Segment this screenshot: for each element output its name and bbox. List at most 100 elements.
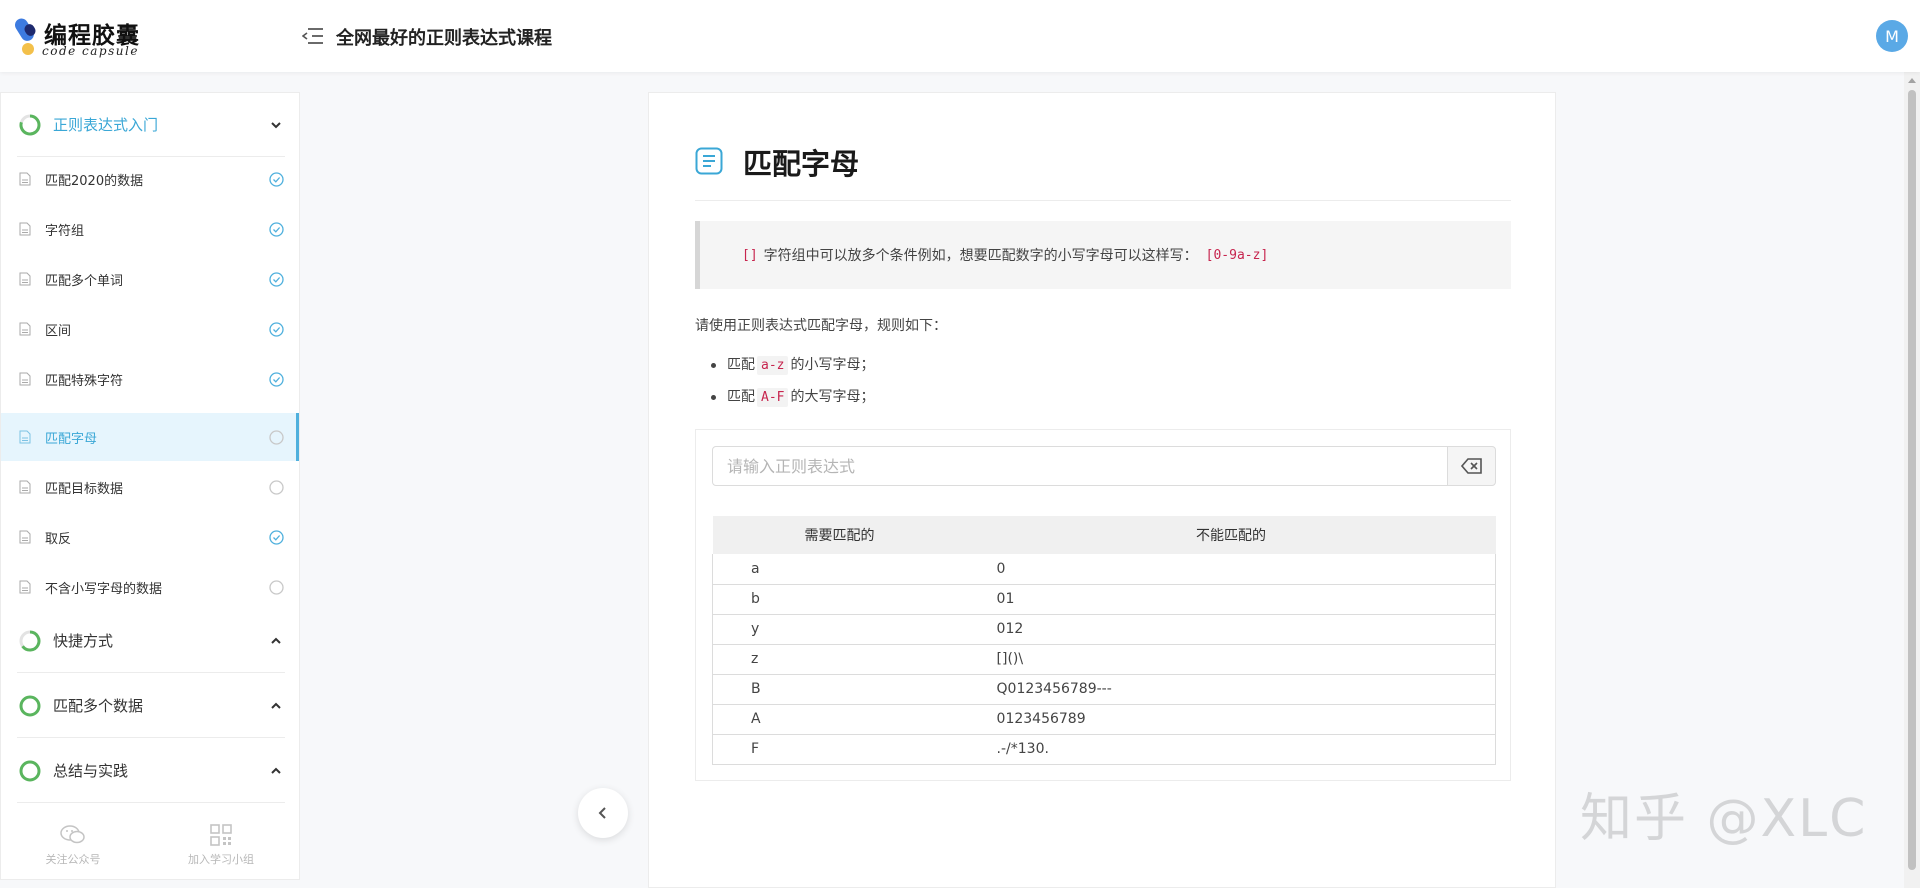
table-row: A 0123456789 (711, 704, 1496, 735)
course-title: 全网最好的正则表达式课程 (336, 28, 552, 49)
scroll-up-arrow-icon[interactable] (1907, 76, 1917, 84)
qr-code-icon (210, 824, 232, 846)
lesson-item-char-group[interactable]: 字符组 (1, 205, 299, 253)
logo[interactable]: 编程胶囊 code capsule (14, 14, 144, 58)
table-header-row: 需要匹配的 不能匹配的 (712, 516, 1496, 554)
table-row: F .-/*130. (711, 734, 1496, 765)
chapter-label: 快捷方式 (53, 632, 114, 650)
lesson-item-match-letters[interactable]: 匹配字母 (1, 413, 299, 461)
sidebar-footer: 关注公众号 加入学习小组 (1, 813, 299, 879)
user-avatar[interactable]: M (1876, 20, 1908, 52)
column-header-should-match: 需要匹配的 (712, 516, 967, 554)
page-scrollbar[interactable] (1904, 72, 1920, 888)
lesson-item-multi-words[interactable]: 匹配多个单词 (1, 255, 299, 303)
chapter-summary[interactable]: 总结与实践 (17, 739, 285, 803)
lesson-item-range[interactable]: 区间 (1, 305, 299, 353)
document-icon (19, 430, 31, 444)
check-circle-icon (269, 272, 284, 287)
chapter-regex-intro[interactable]: 正则表达式入门 (17, 93, 285, 157)
list-item: 匹配 A-F 的大写字母； (695, 381, 874, 413)
progress-ring-icon (19, 695, 41, 716)
watermark: 知乎 @XLC (1580, 789, 1868, 849)
lesson-label: 匹配字母 (45, 432, 98, 447)
table-row: y 012 (711, 614, 1496, 645)
check-circle-icon (269, 222, 284, 237)
join-group-button[interactable]: 加入学习小组 (161, 823, 281, 873)
nomatch-cell: 0123456789 (966, 704, 1496, 735)
match-cell: B (711, 674, 967, 705)
nomatch-cell: []()\ (966, 644, 1496, 675)
document-icon (19, 372, 31, 386)
rule-suffix: 的大写字母； (790, 389, 875, 405)
check-circle-icon (269, 372, 284, 387)
chapter-shortcuts[interactable]: 快捷方式 (17, 609, 285, 673)
match-table: 需要匹配的 不能匹配的 a0 b 01 y 012 z []()\ B Q0123456… (711, 516, 1496, 765)
table-row: b 01 (711, 584, 1496, 615)
match-cell: F (711, 734, 967, 765)
regex-input[interactable] (712, 446, 1448, 486)
document-icon (19, 322, 31, 336)
chapter-label: 匹配多个数据 (53, 697, 144, 715)
lesson-item-no-lowercase[interactable]: 不含小写字母的数据 (1, 563, 299, 611)
top-header: 编程胶囊 code capsule 全网最好的正则表达式课程 M (0, 0, 1920, 72)
match-cell: z (711, 644, 967, 675)
chevron-up-icon (271, 637, 281, 644)
lesson-label: 取反 (45, 532, 72, 547)
document-icon (19, 172, 31, 186)
lesson-header: 匹配字母 (695, 145, 1511, 201)
chevron-left-icon (598, 807, 606, 819)
column-header-should-not-match: 不能匹配的 (966, 516, 1496, 554)
lesson-label: 匹配特殊字符 (45, 374, 124, 389)
lesson-item-negate[interactable]: 取反 (1, 513, 299, 561)
wechat-icon (60, 825, 85, 844)
rule-list: 匹配 a-z 的小写字母； 匹配 A-F 的大写字母； (695, 349, 874, 413)
lesson-label: 字符组 (45, 224, 85, 239)
nomatch-cell: 0 (966, 554, 1496, 585)
chapter-match-multiple[interactable]: 匹配多个数据 (17, 674, 285, 738)
document-icon (19, 580, 31, 594)
backspace-icon (1460, 458, 1482, 474)
lesson-item-match-target[interactable]: 匹配目标数据 (1, 463, 299, 511)
clear-input-button[interactable] (1447, 446, 1496, 486)
table-row: B Q0123456789--- (711, 674, 1496, 705)
document-icon (19, 530, 31, 544)
rule-code: A-F (757, 388, 789, 407)
previous-lesson-button[interactable] (578, 788, 628, 838)
chapter-label: 总结与实践 (53, 762, 129, 780)
logo-subtext: code capsule (42, 44, 139, 58)
rule-code: a-z (757, 356, 789, 375)
join-group-label: 加入学习小组 (188, 853, 254, 866)
table-row: a0 (711, 554, 1496, 585)
lesson-card: 匹配字母 [] 字符组中可以放多个条件例如，想要匹配数字的小写字母可以这样写： … (648, 92, 1556, 888)
match-cell: a (711, 554, 967, 585)
tip-code-brackets: [] (742, 247, 758, 263)
lesson-title: 匹配字母 (743, 147, 860, 181)
empty-circle-icon (269, 480, 284, 495)
lesson-doc-icon (695, 147, 723, 175)
sidebar: 正则表达式入门 匹配2020的数据 字符组 匹配多个单词 区间 匹配特殊字符 匹… (0, 92, 300, 880)
lesson-item-match-2020[interactable]: 匹配2020的数据 (1, 155, 299, 203)
check-circle-icon (269, 172, 284, 187)
lesson-item-special-chars[interactable]: 匹配特殊字符 (1, 355, 299, 403)
nomatch-cell: 01 (966, 584, 1496, 615)
chevron-up-icon (271, 767, 281, 774)
lesson-label: 不含小写字母的数据 (45, 582, 163, 597)
match-cell: A (711, 704, 967, 735)
match-cell: y (711, 614, 967, 645)
rule-suffix: 的小写字母； (790, 357, 875, 373)
progress-ring-icon (19, 760, 41, 781)
nomatch-cell: 012 (966, 614, 1496, 645)
capsule-logo-icon (15, 18, 36, 55)
menu-collapse-icon[interactable] (302, 26, 324, 46)
table-row: z []()\ (711, 644, 1496, 675)
progress-ring-icon (19, 630, 41, 651)
tip-code-example: [0-9a-z] (1205, 247, 1269, 263)
lesson-label: 匹配2020的数据 (45, 174, 144, 189)
document-icon (19, 272, 31, 286)
nomatch-cell: Q0123456789--- (966, 674, 1496, 705)
chevron-down-icon (271, 122, 281, 129)
tip-text: 字符组中可以放多个条件例如，想要匹配数字的小写字母可以这样写： (763, 248, 1198, 264)
follow-wechat-button[interactable]: 关注公众号 (13, 823, 133, 873)
scrollbar-thumb[interactable] (1908, 90, 1916, 870)
list-item: 匹配 a-z 的小写字母； (695, 349, 874, 381)
